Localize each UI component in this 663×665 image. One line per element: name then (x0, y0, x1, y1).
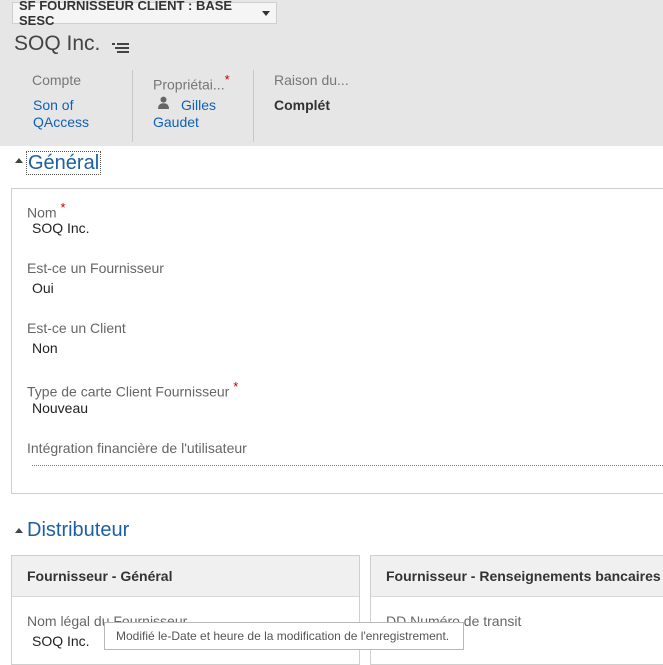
collapse-arrow-icon[interactable] (15, 158, 23, 163)
header-divider (253, 70, 254, 142)
header-divider (132, 70, 133, 142)
field-value-type-carte[interactable]: Nouveau (32, 400, 88, 416)
header-value-raison: Complét (274, 97, 330, 113)
field-value-client[interactable]: Non (32, 340, 58, 356)
panel-title-fournisseur-general: Fournisseur - Général (12, 556, 359, 597)
field-label-text: Nom (27, 204, 57, 221)
header-link-compte[interactable]: Son of QAccess (33, 97, 89, 131)
field-label-nom: Nom * (27, 200, 66, 221)
panel-title-fournisseur-bancaire: Fournisseur - Renseignements bancaires (371, 556, 663, 597)
field-value-nom[interactable]: SOQ Inc. (32, 220, 90, 236)
header-link-owner-last[interactable]: Gaudet (153, 114, 199, 131)
required-marker: * (233, 379, 239, 394)
header-label-compte: Compte (32, 72, 82, 88)
required-marker: * (60, 200, 66, 215)
header-label-raison: Raison du... (274, 72, 349, 88)
field-label-text: Type de carte Client Fournisseur (27, 383, 230, 400)
field-label-client: Est-ce un Client (27, 320, 126, 336)
header-link-owner-first[interactable]: Gilles (181, 97, 216, 114)
tooltip: Modifié le-Date et heure de la modificat… (104, 622, 464, 650)
caret-down-icon (262, 10, 270, 16)
section-title-distributeur[interactable]: Distributeur (27, 519, 129, 541)
header-label-text: Propriétai... (153, 76, 225, 93)
list-menu-icon[interactable] (112, 41, 130, 55)
section-title-general[interactable]: Général (26, 151, 102, 175)
collapse-arrow-icon[interactable] (15, 528, 23, 533)
header-value-line: Son of (33, 97, 74, 113)
header-label-proprietaire: Propriétai...* (153, 72, 230, 93)
user-icon (158, 96, 169, 109)
header-value-line: QAccess (33, 114, 90, 130)
record-title: SOQ Inc. (14, 32, 101, 55)
field-input-integration[interactable] (32, 465, 663, 466)
required-marker: * (224, 72, 230, 87)
form-selector[interactable]: SF FOURNISSEUR CLIENT : BASE SESC (12, 0, 277, 28)
field-label-integration: Intégration financière de l'utilisateur (27, 440, 247, 456)
field-value-nom-legal[interactable]: SOQ Inc. (32, 633, 90, 649)
field-label-fournisseur: Est-ce un Fournisseur (27, 260, 164, 276)
field-value-fournisseur[interactable]: Oui (32, 280, 54, 296)
form-selector-label: SF FOURNISSEUR CLIENT : BASE SESC (19, 0, 233, 28)
field-label-type-carte: Type de carte Client Fournisseur * (27, 379, 238, 400)
